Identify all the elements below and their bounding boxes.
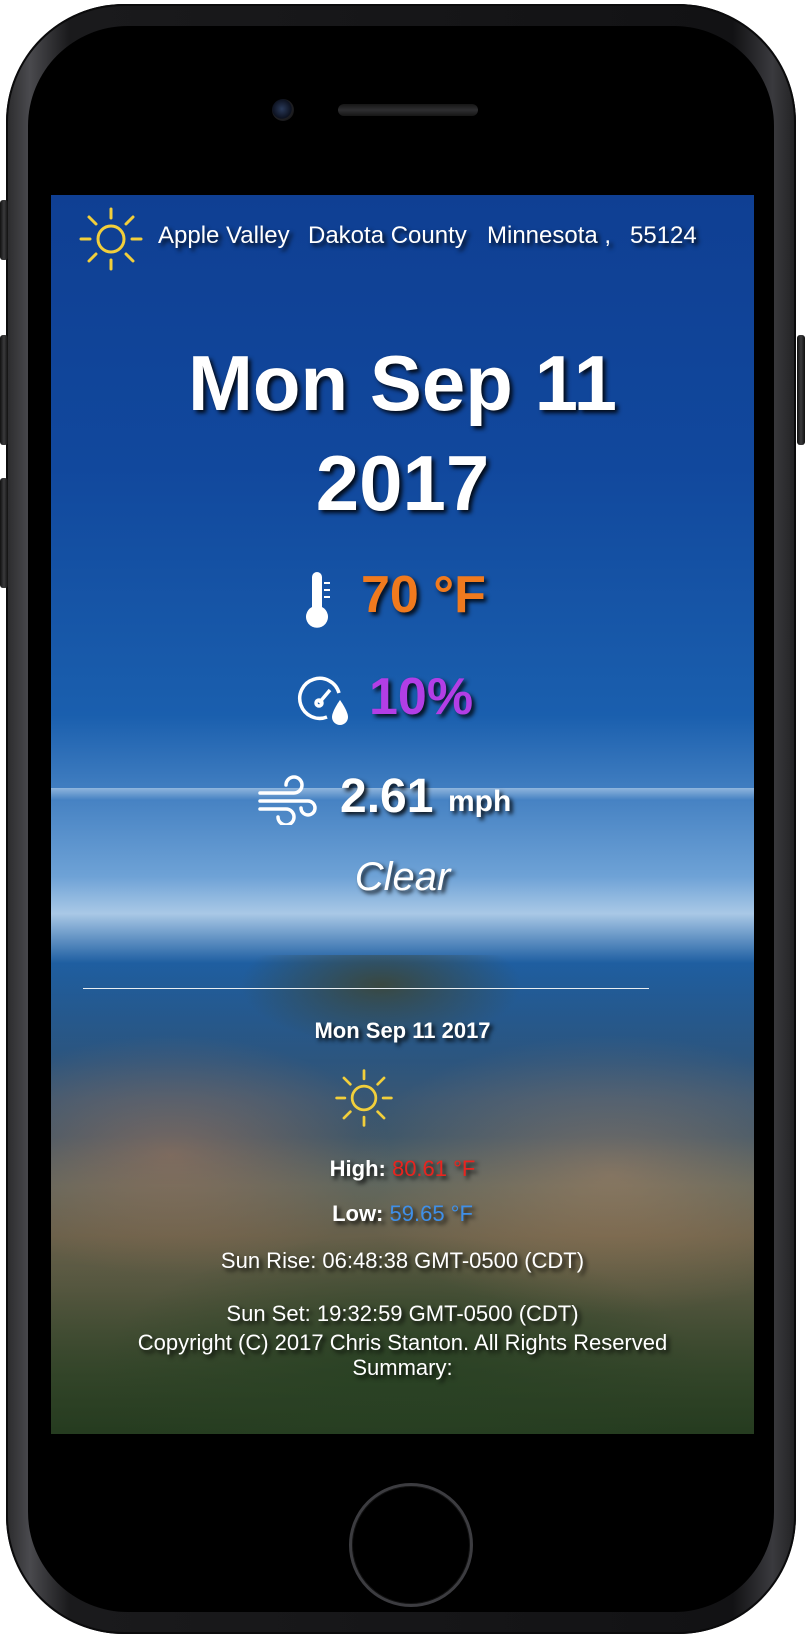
location-header: Apple Valley Dakota County Minnesota , 5…: [51, 195, 754, 285]
date-line-2: 2017: [315, 439, 490, 527]
high-label: High:: [329, 1156, 386, 1181]
county-label: Dakota County: [308, 222, 467, 249]
zip-label: 55124: [630, 222, 697, 249]
humidity-gauge-icon: [298, 676, 348, 725]
humidity-value: 10%: [369, 668, 474, 726]
summary-label: Summary:: [352, 1355, 453, 1380]
city-label: Apple Valley: [158, 222, 290, 249]
low-label: Low:: [332, 1201, 384, 1226]
low-value: 59.65 °F: [389, 1201, 473, 1226]
date-line-1: Mon Sep 11: [187, 339, 618, 427]
volume-down-button[interactable]: [0, 478, 8, 588]
forecast-date: Mon Sep 11 2017: [314, 1018, 491, 1043]
thermometer-icon: [306, 572, 330, 628]
wind-icon: [258, 775, 317, 825]
temperature-value: 70 °F: [361, 566, 486, 624]
divider-line: [83, 988, 649, 989]
forecast-sun-icon: [335, 1069, 393, 1127]
home-button[interactable]: [349, 1483, 473, 1607]
power-button[interactable]: [797, 335, 805, 445]
app-screen: Apple Valley Dakota County Minnesota , 5…: [51, 195, 754, 1434]
condition-label: Clear: [354, 855, 451, 899]
mute-switch[interactable]: [0, 200, 8, 260]
front-camera: [272, 99, 294, 121]
low-temp-row: Low: 59.65 °F: [51, 1201, 754, 1227]
wind-row: 2.61 mph: [51, 765, 754, 835]
wind-speed-value: 2.61: [340, 770, 434, 823]
high-temp-row: High: 80.61 °F: [51, 1156, 754, 1182]
volume-up-button[interactable]: [0, 335, 8, 445]
copyright-label: Copyright (C) 2017 Chris Stanton. All Ri…: [137, 1330, 668, 1355]
wind-unit: mph: [448, 785, 512, 818]
state-label: Minnesota ,: [487, 222, 612, 249]
high-value: 80.61 °F: [391, 1156, 476, 1181]
humidity-row: 10%: [51, 663, 754, 733]
sunrise-label: Sun Rise: 06:48:38 GMT-0500 (CDT): [220, 1248, 585, 1273]
sunset-label: Sun Set: 19:32:59 GMT-0500 (CDT): [226, 1301, 579, 1326]
earpiece-speaker: [338, 104, 478, 116]
sun-icon: [79, 207, 143, 271]
temperature-row: 70 °F: [51, 560, 754, 630]
